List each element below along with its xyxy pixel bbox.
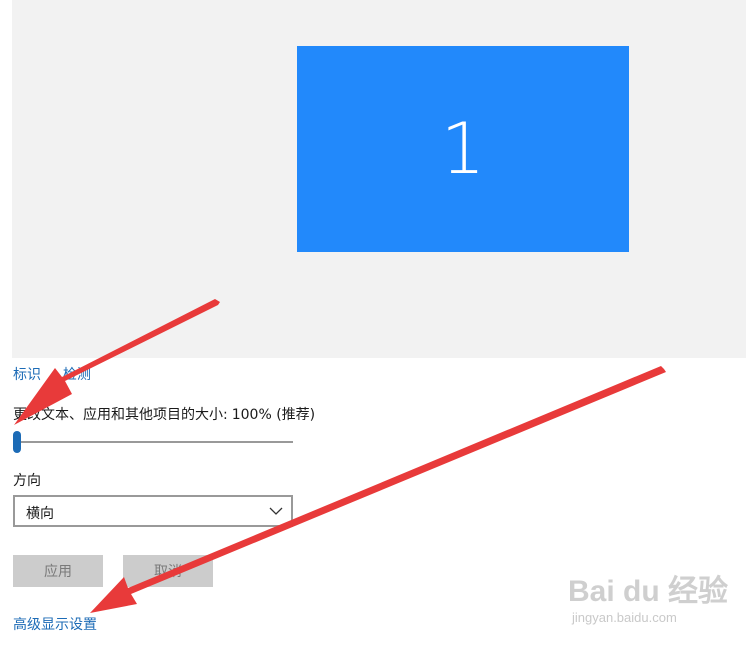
watermark-url: jingyan.baidu.com [572, 610, 677, 625]
cancel-button-label: 取消 [154, 564, 182, 580]
scale-slider-thumb[interactable] [13, 431, 21, 453]
scale-label: 更改文本、应用和其他项目的大小: 100% (推荐) [13, 404, 315, 424]
orientation-selected-value: 横向 [26, 506, 54, 522]
apply-button[interactable]: 应用 [13, 555, 103, 587]
advanced-display-settings-link[interactable]: 高级显示设置 [13, 614, 97, 634]
watermark-brand: Bai du 经验 [568, 575, 729, 608]
scale-label-text: 更改文本、应用和其他项目的大小: [13, 407, 228, 423]
detect-link[interactable]: 检测 [63, 364, 91, 384]
orientation-label: 方向 [13, 473, 41, 489]
monitor-tile-1[interactable]: 1 [297, 46, 629, 252]
cancel-button[interactable]: 取消 [123, 555, 213, 587]
identify-link[interactable]: 标识 [13, 364, 41, 384]
orientation-select[interactable]: 横向 [13, 495, 293, 527]
chevron-down-icon [269, 507, 283, 515]
monitor-number: 1 [440, 108, 486, 190]
display-settings-page: 1 标识 检测 更改文本、应用和其他项目的大小: 100% (推荐) 方向 横向 … [0, 0, 746, 647]
baidu-watermark: Bai du 经验 jingyan.baidu.com [568, 566, 728, 632]
apply-button-label: 应用 [44, 564, 72, 580]
scale-slider-track[interactable] [13, 441, 293, 443]
scale-value: 100% (推荐) [231, 407, 316, 423]
